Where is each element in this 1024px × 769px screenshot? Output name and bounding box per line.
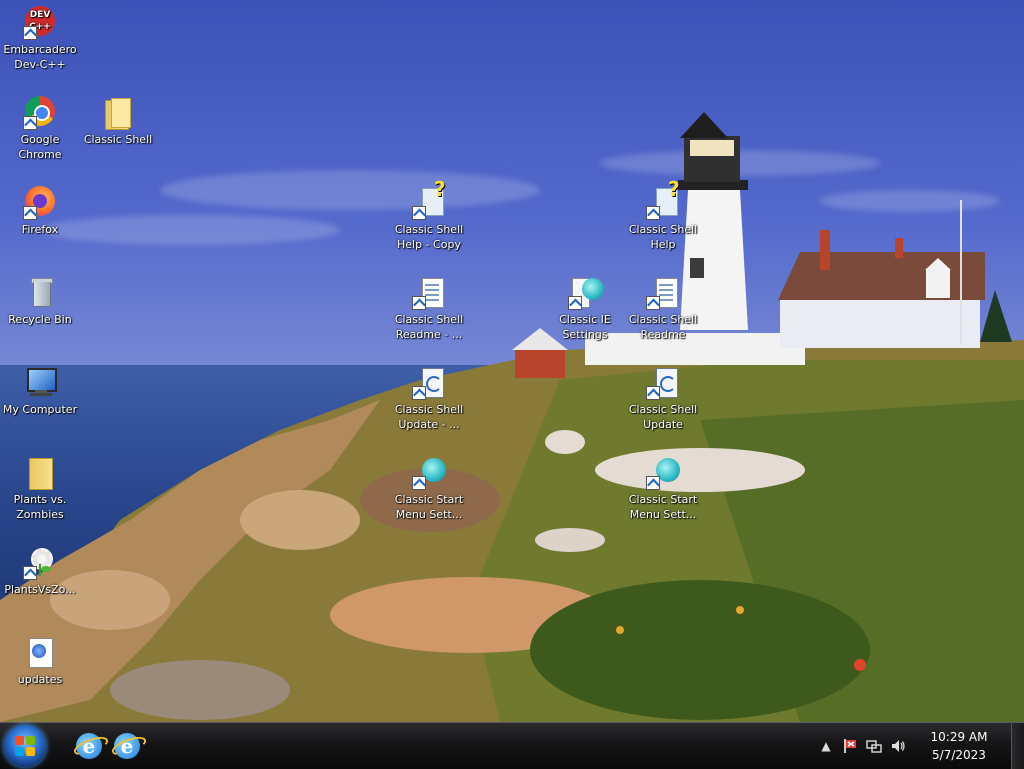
desktop-icon-updates[interactable]: updates: [0, 636, 80, 687]
computer-icon: [23, 366, 57, 400]
taskbar-pinned-internet-explorer-2[interactable]: e: [110, 728, 144, 764]
desktop-icon-classic-shell-folder[interactable]: Classic Shell: [78, 96, 158, 147]
action-center-flag-icon[interactable]: [841, 737, 859, 755]
desktop-icon-recycle-bin[interactable]: Recycle Bin: [0, 276, 80, 327]
system-tray: ▲ 10:29 AM 5/7/2023: [814, 723, 994, 769]
windows-start-icon: [15, 736, 35, 756]
chrome-icon: [23, 96, 57, 130]
desktop-icon-classic-shell-readme[interactable]: Classic Shell Readme: [623, 276, 703, 342]
update-icon: [646, 366, 680, 400]
plants-vs-zombies-icon: [23, 546, 57, 580]
desktop-icon-classic-shell-help[interactable]: ? Classic Shell Help: [623, 179, 703, 252]
desktop-icon-plants-vs-zombies-folder[interactable]: Plants vs. Zombies: [0, 456, 80, 522]
help-icon: ?: [646, 179, 680, 220]
clock-date: 5/7/2023: [932, 748, 986, 762]
desktop-icon-classic-shell-update-copy[interactable]: Classic Shell Update - ...: [389, 366, 469, 432]
desktop-icon-firefox[interactable]: Firefox: [0, 186, 80, 237]
document-icon: [412, 276, 446, 310]
internet-explorer-icon: e: [114, 733, 140, 759]
desktop-icon-plants-vs-zombies[interactable]: PlantsVsZo...: [0, 546, 80, 597]
shell-icon: [412, 456, 446, 490]
network-icon[interactable]: [865, 737, 883, 755]
desktop-icon-classic-shell-help-copy[interactable]: ? Classic Shell Help - Copy: [389, 179, 469, 252]
updates-icon: [23, 636, 57, 670]
start-button[interactable]: [4, 725, 46, 767]
shell-icon: [568, 276, 604, 310]
taskbar: e e ▲ 10:29 AM 5/7/2023: [0, 722, 1024, 769]
desktop-icon-chrome[interactable]: Google Chrome: [0, 96, 80, 162]
folder-icon: [101, 96, 135, 130]
desktop-icon-classic-start-menu-settings[interactable]: Classic Start Menu Sett...: [623, 456, 703, 522]
shell-icon: [646, 456, 680, 490]
show-desktop-button[interactable]: [1011, 723, 1024, 769]
desktop-icon-classic-ie-settings[interactable]: Classic IE Settings: [545, 276, 625, 342]
desktop-icon-classic-shell-update[interactable]: Classic Shell Update: [623, 366, 703, 432]
update-icon: [412, 366, 446, 400]
clock-time: 10:29 AM: [930, 730, 988, 744]
volume-icon[interactable]: [889, 737, 907, 755]
desktop-icon-devcpp[interactable]: DEV C++ Embarcadero Dev-C++: [0, 6, 80, 72]
show-hidden-icons-icon[interactable]: ▲: [817, 737, 835, 755]
taskbar-pinned-internet-explorer[interactable]: e: [72, 728, 106, 764]
internet-explorer-icon: e: [76, 733, 102, 759]
help-icon: ?: [412, 179, 446, 220]
recycle-bin-icon: [23, 276, 57, 310]
system-clock[interactable]: 10:29 AM 5/7/2023: [924, 728, 994, 764]
desktop-icon-classic-start-menu-settings-copy[interactable]: Classic Start Menu Sett...: [389, 456, 469, 522]
document-icon: [646, 276, 680, 310]
firefox-icon: [23, 186, 57, 220]
devcpp-icon: DEV C++: [23, 6, 57, 40]
desktop-icon-my-computer[interactable]: My Computer: [0, 366, 80, 417]
folder-icon: [23, 456, 57, 490]
desktop-icon-classic-shell-readme-copy[interactable]: Classic Shell Readme - ...: [389, 276, 469, 342]
